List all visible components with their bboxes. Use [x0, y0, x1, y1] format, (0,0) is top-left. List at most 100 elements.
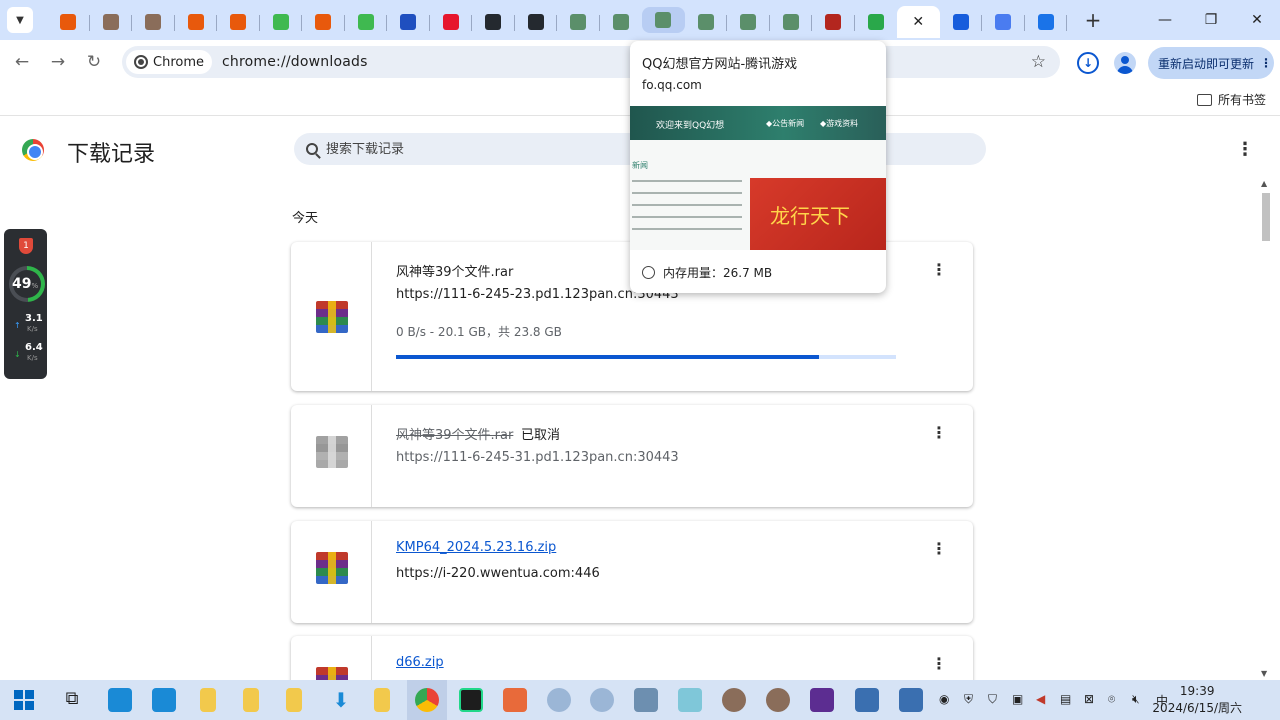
tab-fav-game-2[interactable]: [132, 6, 175, 38]
url-text[interactable]: chrome://downloads: [222, 54, 368, 70]
tab-fav-qq-5[interactable]: [727, 6, 770, 38]
bookmark-star-icon[interactable]: ☆: [1031, 52, 1046, 72]
tab-fav-qq-1[interactable]: [557, 6, 600, 38]
qq-game-icon: [655, 12, 672, 28]
tray-app-icon-2[interactable]: ▤: [1060, 692, 1071, 706]
tab-fav-red[interactable]: [812, 6, 855, 38]
tray-game-icon[interactable]: ◉: [939, 692, 949, 706]
tab-fav-orange-3[interactable]: [217, 6, 260, 38]
progress-bar: [396, 355, 896, 359]
restore-button[interactable]: ❐: [1188, 0, 1234, 40]
scroll-down-icon[interactable]: ▼: [1261, 669, 1267, 678]
tab-downloads[interactable]: ✕: [897, 6, 940, 38]
task-view-icon[interactable]: ⧉: [60, 688, 84, 712]
tab-fav-qq-6[interactable]: [770, 6, 812, 38]
tab-fav-game-1[interactable]: [90, 6, 132, 38]
app-icon-6[interactable]: [634, 688, 658, 712]
winrar-file-icon: [316, 552, 348, 584]
all-bookmarks-label: 所有书签: [1217, 93, 1266, 107]
download-icon[interactable]: ↓: [1077, 52, 1099, 74]
tab-fav-green-2[interactable]: [345, 6, 387, 38]
address-bar[interactable]: Chrome chrome://downloads ☆: [122, 46, 1060, 78]
profile-avatar[interactable]: [1114, 52, 1136, 74]
game-icon[interactable]: [722, 688, 746, 712]
all-bookmarks-button[interactable]: 所有书签: [1196, 91, 1266, 108]
tray-speaker-icon[interactable]: ◀: [1036, 692, 1045, 706]
app-icon-9[interactable]: [899, 688, 923, 712]
tab-preview-thumbnail: 欢迎来到QQ幻想 ◆公告新闻 ◆游戏资料 新闻 龙行天下: [630, 106, 886, 250]
game-icon[interactable]: [766, 688, 790, 712]
visual-studio-icon[interactable]: [810, 688, 834, 712]
tab-fav-qq-4[interactable]: [685, 6, 727, 38]
site-info-chip[interactable]: Chrome: [126, 50, 212, 74]
tab-fav-green-3[interactable]: [855, 6, 898, 38]
back-button[interactable]: ←: [6, 46, 38, 78]
system-clock[interactable]: 19:39 2024/6/15/周六: [1152, 683, 1242, 717]
file-source-url[interactable]: https://111-6-245-31.pd1.123pan.cn:30443: [396, 450, 679, 465]
forward-button[interactable]: →: [42, 46, 74, 78]
tab-fav-settings[interactable]: [1025, 6, 1067, 38]
folder-icon[interactable]: [286, 688, 302, 712]
pycharm-icon[interactable]: [459, 688, 483, 712]
app-icon-4[interactable]: [547, 688, 571, 712]
file-name-link[interactable]: d66.zip: [396, 655, 444, 670]
app-icon-1[interactable]: [108, 688, 132, 712]
tab-separator: [1066, 15, 1067, 31]
tray-shield-icon[interactable]: ⛨: [964, 692, 973, 707]
tab-fav-orange-1[interactable]: [47, 6, 90, 38]
folder-icon[interactable]: [374, 688, 390, 712]
folder-icon: [1196, 93, 1212, 106]
page-menu-button[interactable]: ⋮: [1236, 139, 1254, 160]
download-manager-icon[interactable]: ⬇: [329, 688, 353, 712]
system-monitor-widget[interactable]: 1 49% ↑ 3.1 K/s ↓ 6.4 K/s: [4, 229, 47, 379]
item-menu-button[interactable]: ⋮: [931, 423, 947, 442]
tab-fav-orange-2[interactable]: [175, 6, 217, 38]
tab-fav-weibo[interactable]: [430, 6, 472, 38]
scrollbar[interactable]: ▲ ▼: [1261, 179, 1271, 678]
memory-percent: 49%: [12, 276, 39, 292]
tab-fav-123[interactable]: [982, 6, 1025, 38]
app-icon-5[interactable]: [590, 688, 614, 712]
tab-fav-bitwarden[interactable]: [940, 6, 982, 38]
folder-icon[interactable]: [200, 688, 216, 712]
tab-fav-green-1[interactable]: [260, 6, 302, 38]
minimize-button[interactable]: —: [1142, 0, 1188, 40]
orange-flag-icon: [187, 14, 204, 30]
folder-icon[interactable]: [243, 688, 259, 712]
tray-bitwarden-icon[interactable]: ⛉: [988, 692, 997, 707]
new-tab-button[interactable]: +: [1081, 8, 1105, 32]
tab-fav-qq-2[interactable]: [600, 6, 643, 38]
tab-fav-blue[interactable]: [387, 6, 430, 38]
reload-button[interactable]: ↻: [78, 46, 110, 78]
tab-fav-github-1[interactable]: [472, 6, 515, 38]
tray-app-icon[interactable]: ▣: [1012, 692, 1023, 706]
windows-start-icon[interactable]: [12, 688, 36, 712]
app-icon-7[interactable]: [678, 688, 702, 712]
app-icon-8[interactable]: [855, 688, 879, 712]
volume-icon[interactable]: 🔇︎: [1132, 692, 1140, 707]
close-window-button[interactable]: ✕: [1234, 0, 1280, 40]
download-arrow-icon: ↓: [14, 350, 21, 359]
tab-search-button[interactable]: ▼: [7, 7, 33, 33]
tab-fav-qq-3[interactable]: [642, 7, 685, 33]
update-button[interactable]: 重新启动即可更新 ⋮: [1148, 47, 1274, 79]
scrollbar-thumb[interactable]: [1262, 193, 1270, 241]
item-menu-button[interactable]: ⋮: [931, 260, 947, 279]
preview-nav-item: ◆公告新闻: [766, 119, 805, 128]
app-icon-3[interactable]: [503, 688, 527, 712]
item-menu-button[interactable]: ⋮: [931, 654, 947, 673]
close-icon[interactable]: ✕: [912, 14, 924, 30]
item-menu-button[interactable]: ⋮: [931, 539, 947, 558]
app-icon-2[interactable]: [152, 688, 176, 712]
scroll-up-icon[interactable]: ▲: [1261, 179, 1267, 188]
chrome-taskbar-icon[interactable]: [415, 688, 439, 712]
file-name-link[interactable]: KMP64_2024.5.23.16.zip: [396, 540, 556, 555]
game-icon: [102, 14, 119, 30]
tray-app-icon-3[interactable]: ⊠: [1084, 692, 1094, 706]
security-shield-icon: 1: [19, 238, 33, 254]
file-source-url[interactable]: https://i-220.wwentua.com:446: [396, 566, 600, 581]
green-app-icon: [867, 14, 884, 30]
network-icon[interactable]: ⌾: [1108, 692, 1115, 707]
tab-fav-orange-4[interactable]: [302, 6, 345, 38]
tab-fav-github-2[interactable]: [515, 6, 557, 38]
